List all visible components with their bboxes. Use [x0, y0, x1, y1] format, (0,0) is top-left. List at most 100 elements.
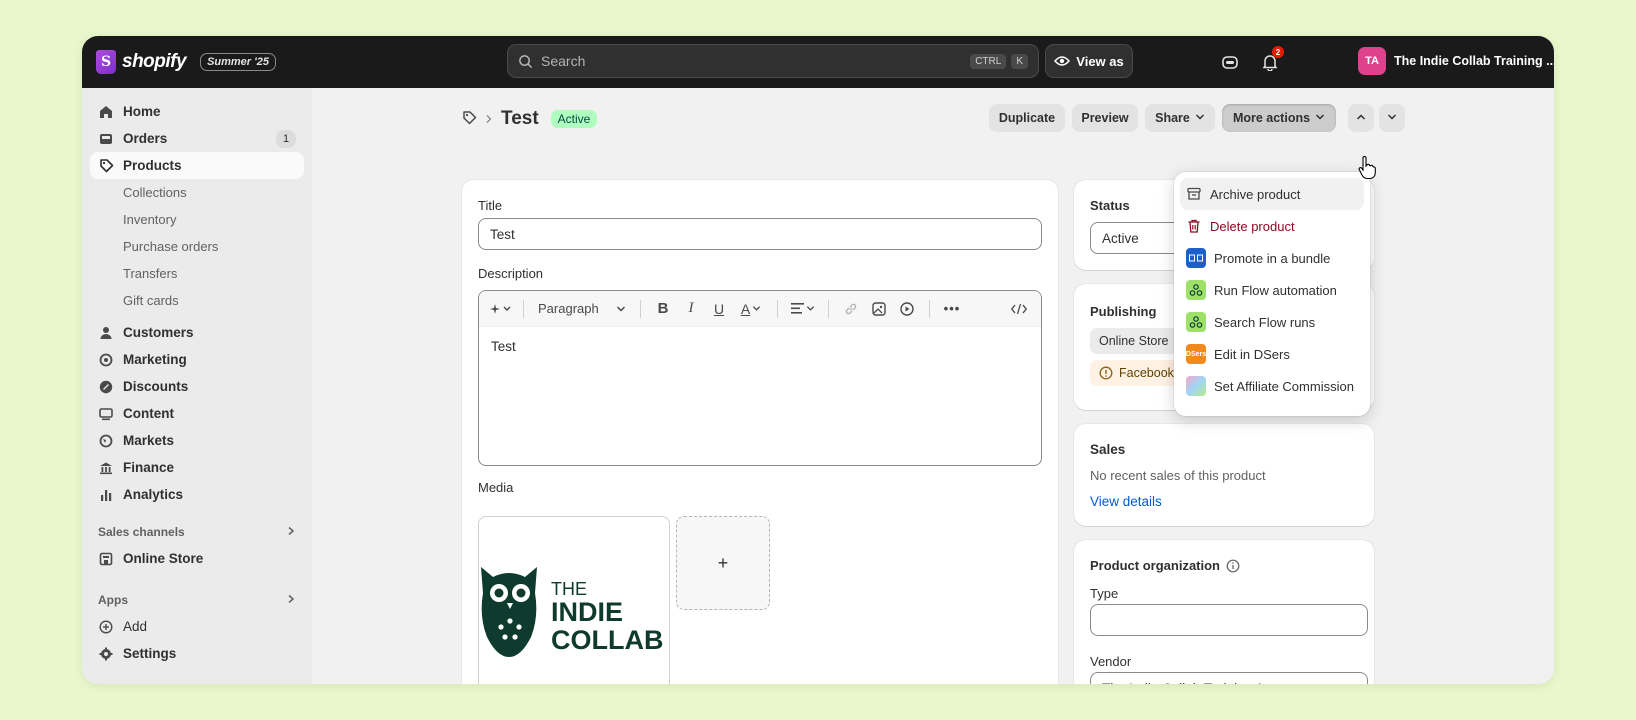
sidebar-item-inventory[interactable]: Inventory	[90, 206, 304, 233]
page-header: Test Active Duplicate Preview Share More…	[462, 104, 1405, 134]
previous-product-button[interactable]	[1348, 104, 1374, 132]
more-horizontal-icon[interactable]: •••	[940, 297, 964, 321]
menu-item-label: Delete product	[1210, 218, 1295, 234]
sidebar-item-discounts[interactable]: Discounts	[90, 373, 304, 400]
view-as-button[interactable]: View as	[1045, 44, 1133, 78]
chevron-right-icon	[286, 525, 296, 539]
notifications-button[interactable]: 2	[1258, 46, 1284, 74]
view-details-link[interactable]: View details	[1090, 494, 1162, 509]
sidebar-item-label: Online Store	[123, 551, 204, 566]
align-left-icon	[791, 303, 804, 314]
bank-icon	[98, 460, 114, 476]
video-icon[interactable]	[895, 297, 919, 321]
bold-icon[interactable]: B	[651, 297, 675, 321]
shortcut-k: K	[1011, 53, 1028, 69]
shopify-logo[interactable]: S shopify Summer '25	[96, 50, 276, 74]
discount-icon	[98, 379, 114, 395]
duplicate-button[interactable]: Duplicate	[989, 104, 1065, 132]
promote-bundle-menu-item[interactable]: Promote in a bundle	[1180, 242, 1364, 274]
title-input[interactable]: Test	[478, 218, 1042, 250]
search-bar[interactable]: Search CTRL K	[507, 44, 1039, 78]
sidebar-item-marketing[interactable]: Marketing	[90, 346, 304, 373]
description-textarea[interactable]: Test	[479, 327, 1041, 366]
vendor-label: Vendor	[1090, 654, 1132, 669]
vendor-input[interactable]: The Indie Collab Training Account	[1090, 672, 1368, 684]
sidebar-item-analytics[interactable]: Analytics	[90, 481, 304, 508]
code-view-icon[interactable]	[1007, 297, 1031, 321]
more-actions-menu: Archive product Delete product Promote i…	[1174, 172, 1370, 416]
menu-item-label: Set Affiliate Commission	[1214, 378, 1354, 394]
italic-icon[interactable]: I	[679, 297, 703, 321]
info-icon[interactable]	[1226, 559, 1240, 573]
sidebar-item-purchase-orders[interactable]: Purchase orders	[90, 233, 304, 260]
sidebar-item-products[interactable]: Products	[90, 152, 304, 179]
run-flow-menu-item[interactable]: Run Flow automation	[1180, 274, 1364, 306]
sidekick-button[interactable]	[1218, 50, 1242, 74]
edit-in-dsers-menu-item[interactable]: DSers Edit in DSers	[1180, 338, 1364, 370]
sidebar: Home Orders 1 Products Collections Inven…	[82, 88, 312, 684]
edition-badge[interactable]: Summer '25	[200, 53, 276, 71]
orders-count-badge: 1	[276, 129, 296, 148]
shopify-bag-icon: S	[96, 50, 116, 74]
tag-icon	[98, 158, 114, 174]
sidebar-item-finance[interactable]: Finance	[90, 454, 304, 481]
search-flow-runs-menu-item[interactable]: Search Flow runs	[1180, 306, 1364, 338]
paragraph-select[interactable]: Paragraph	[534, 297, 630, 321]
sidebar-item-online-store[interactable]: Online Store	[90, 545, 304, 572]
content-icon	[98, 406, 114, 422]
product-image[interactable]: THE INDIE COLLAB	[478, 516, 670, 684]
avatar: TA	[1358, 47, 1386, 75]
sidebar-item-content[interactable]: Content	[90, 400, 304, 427]
more-actions-button[interactable]: More actions	[1222, 104, 1336, 132]
preview-button[interactable]: Preview	[1072, 104, 1138, 132]
organization-label: Product organization	[1090, 558, 1220, 573]
add-media-button[interactable]: +	[676, 516, 770, 610]
sidebar-item-label: Markets	[123, 433, 175, 448]
sales-channels-section[interactable]: Sales channels	[90, 518, 304, 545]
type-input[interactable]	[1090, 604, 1368, 636]
home-icon	[98, 104, 114, 120]
sidebar-item-markets[interactable]: Markets	[90, 427, 304, 454]
align-button[interactable]	[788, 297, 818, 321]
sales-label: Sales	[1090, 442, 1126, 457]
description-label: Description	[478, 266, 544, 281]
sidebar-item-collections[interactable]: Collections	[90, 179, 304, 206]
toolbar-divider	[828, 299, 829, 318]
share-button[interactable]: Share	[1145, 104, 1215, 132]
sidebar-item-gift-cards[interactable]: Gift cards	[90, 287, 304, 314]
chevron-right-icon	[286, 593, 296, 607]
sidebar-item-add[interactable]: Add	[90, 613, 304, 640]
sidebar-item-orders[interactable]: Orders 1	[90, 125, 304, 152]
logo-text-collab: COLLAB	[551, 625, 663, 655]
image-icon[interactable]	[867, 297, 891, 321]
link-icon[interactable]	[839, 297, 863, 321]
sales-card: Sales No recent sales of this product Vi…	[1074, 424, 1374, 526]
archive-icon	[1187, 187, 1201, 200]
breadcrumb-separator-icon	[485, 112, 493, 127]
sidebar-item-settings[interactable]: Settings	[90, 640, 304, 667]
sidebar-item-label: Settings	[123, 646, 177, 661]
tag-icon[interactable]	[462, 110, 477, 128]
search-input[interactable]: Search	[541, 53, 965, 69]
delete-product-menu-item[interactable]: Delete product	[1180, 210, 1364, 242]
store-menu[interactable]: TA The Indie Collab Training ...	[1358, 47, 1554, 75]
underline-icon[interactable]: U	[707, 297, 731, 321]
sidebar-item-label: Analytics	[123, 487, 184, 502]
person-icon	[98, 325, 114, 341]
sidebar-item-home[interactable]: Home	[90, 98, 304, 125]
affiliate-app-icon	[1186, 376, 1206, 396]
sidebar-item-label: Add	[123, 619, 148, 634]
sidebar-item-customers[interactable]: Customers	[90, 319, 304, 346]
apps-section[interactable]: Apps	[90, 586, 304, 613]
archive-product-menu-item[interactable]: Archive product	[1180, 178, 1364, 210]
sales-channels-label: Sales channels	[98, 524, 185, 539]
chevron-up-icon	[1356, 111, 1366, 125]
chevron-down-icon	[1315, 111, 1325, 125]
text-color-button[interactable]: A	[735, 297, 767, 321]
sidebar-item-label: Customers	[123, 325, 194, 340]
sidebar-item-transfers[interactable]: Transfers	[90, 260, 304, 287]
duplicate-label: Duplicate	[998, 111, 1056, 125]
ai-magic-button[interactable]	[489, 297, 513, 321]
set-affiliate-commission-menu-item[interactable]: Set Affiliate Commission	[1180, 370, 1364, 402]
next-product-button[interactable]	[1379, 104, 1405, 132]
